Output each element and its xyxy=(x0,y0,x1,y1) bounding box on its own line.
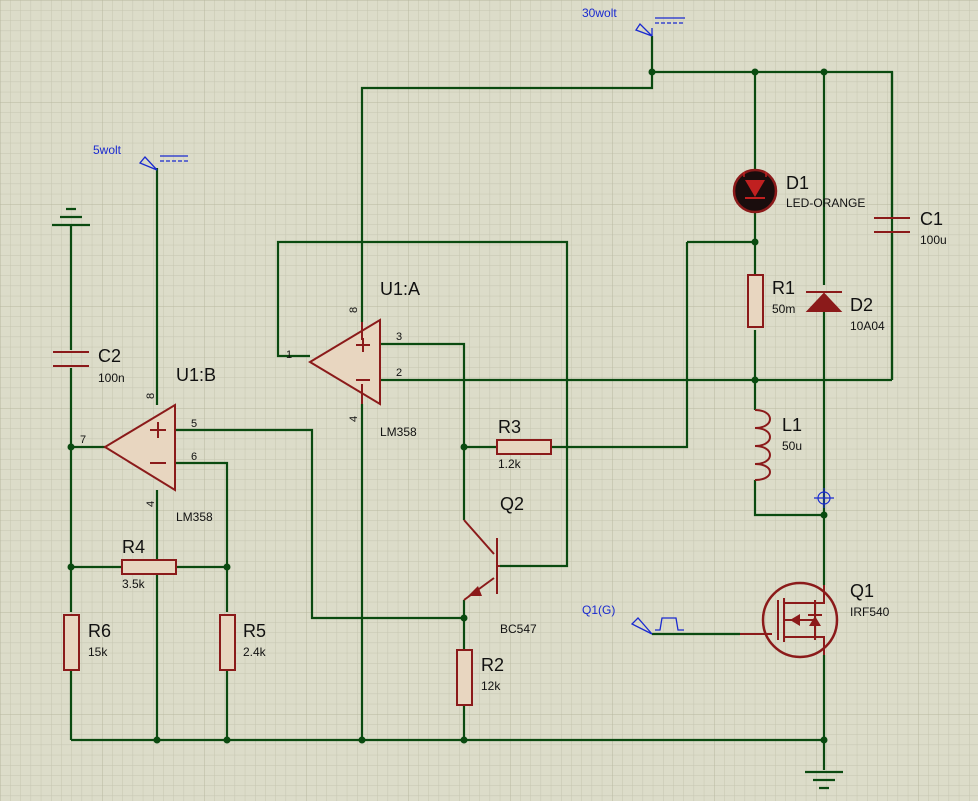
generator-pulse-label: Q1(G) xyxy=(582,603,615,617)
l1-ref: L1 xyxy=(782,415,802,435)
c2-ref: C2 xyxy=(98,346,121,366)
r4-ref: R4 xyxy=(122,537,145,557)
u1a-pin-gnd: 4 xyxy=(348,416,360,422)
schematic: 8 4 1 3 2 U1:A LM358 8 4 7 5 6 U1:B LM35… xyxy=(0,0,978,801)
u1a-ref: U1:A xyxy=(380,279,420,299)
d1-value: LED-ORANGE xyxy=(786,196,865,210)
schematic-canvas[interactable]: 8 4 1 3 2 U1:A LM358 8 4 7 5 6 U1:B LM35… xyxy=(0,0,978,801)
r4-value: 3.5k xyxy=(122,577,146,591)
r5-value: 2.4k xyxy=(243,645,267,659)
q2-value: BC547 xyxy=(500,622,537,636)
r2-ref: R2 xyxy=(481,655,504,675)
u1a-pin-out: 1 xyxy=(286,349,292,361)
u1b-pin-vcc: 8 xyxy=(145,393,157,399)
u1a-pin-vcc: 8 xyxy=(348,307,360,313)
u1b-pin-pos: 5 xyxy=(191,418,197,430)
u1b-pin-neg: 6 xyxy=(191,451,197,463)
u1b-pin-gnd: 4 xyxy=(145,501,157,507)
r5-ref: R5 xyxy=(243,621,266,641)
u1a-value: LM358 xyxy=(380,425,417,439)
r3-value: 1.2k xyxy=(498,457,522,471)
q1-value: IRF540 xyxy=(850,605,890,619)
u1b-value: LM358 xyxy=(176,510,213,524)
r2-value: 12k xyxy=(481,679,501,693)
c1-ref: C1 xyxy=(920,209,943,229)
generator-5v-label: 5wolt xyxy=(93,143,122,157)
u1a-pin-pos: 3 xyxy=(396,331,402,343)
d2-value: 10A04 xyxy=(850,319,885,333)
r6-ref: R6 xyxy=(88,621,111,641)
generator-30v-label: 30wolt xyxy=(582,6,617,20)
q2-ref: Q2 xyxy=(500,494,524,514)
r1-ref: R1 xyxy=(772,278,795,298)
d2-ref: D2 xyxy=(850,295,873,315)
d1-ref: D1 xyxy=(786,173,809,193)
c1-value: 100u xyxy=(920,233,947,247)
u1a-pin-neg: 2 xyxy=(396,367,402,379)
q1-ref: Q1 xyxy=(850,581,874,601)
r6-value: 15k xyxy=(88,645,108,659)
r1-value: 50m xyxy=(772,302,795,316)
l1-value: 50u xyxy=(782,439,802,453)
u1b-ref: U1:B xyxy=(176,365,216,385)
c2-value: 100n xyxy=(98,371,125,385)
u1b-pin-out: 7 xyxy=(80,434,86,446)
r3-ref: R3 xyxy=(498,417,521,437)
